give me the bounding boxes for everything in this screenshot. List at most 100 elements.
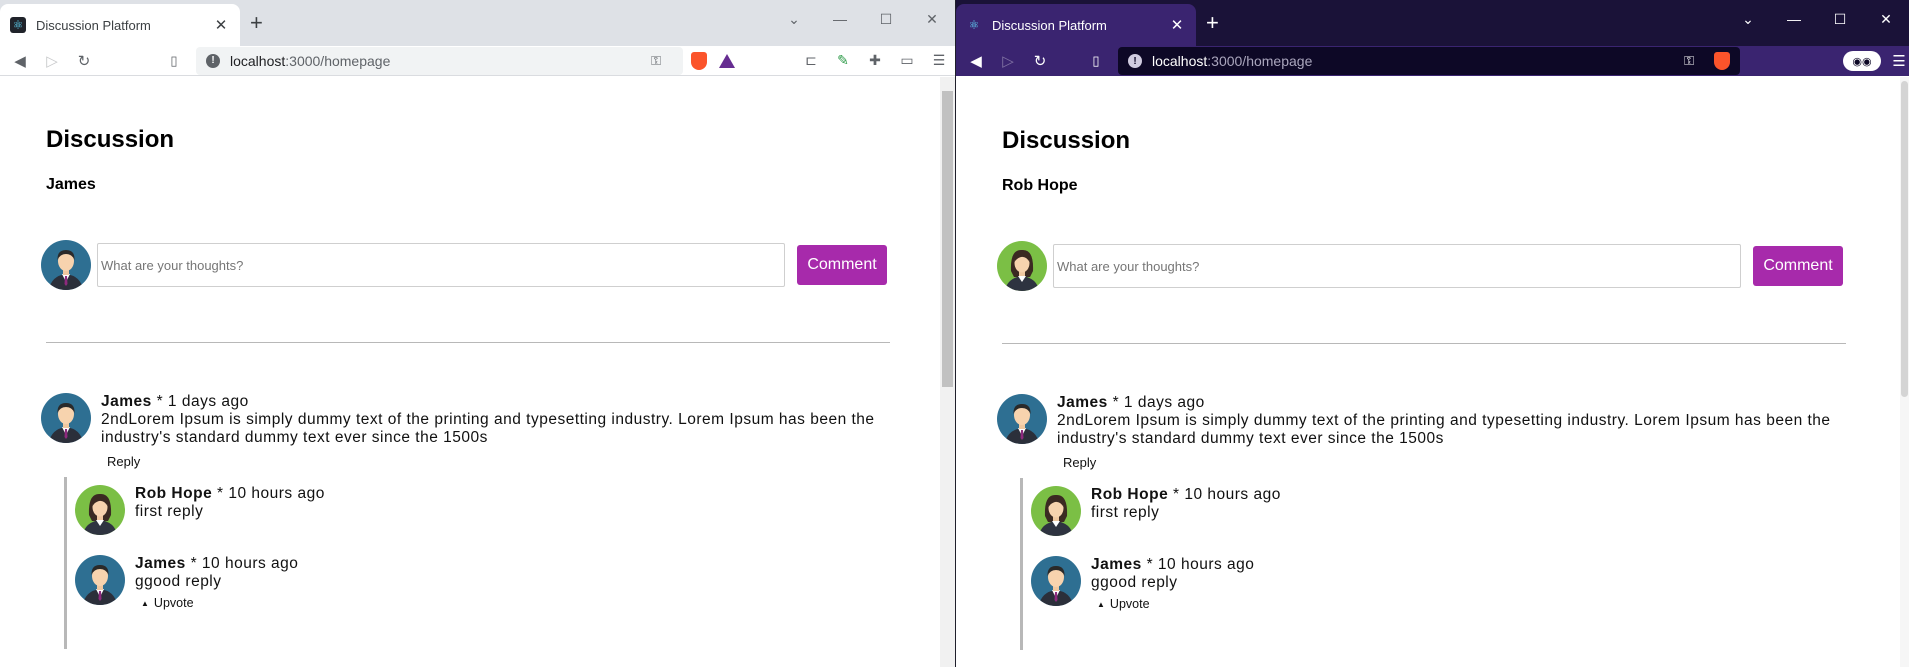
key-icon[interactable]: ⚿ [651,53,661,69]
reply-text: ggood reply [1091,574,1178,591]
tab-title: Discussion Platform [992,17,1107,33]
scrollbar[interactable] [1900,77,1909,667]
reply-time: * 10 hours ago [1168,486,1281,503]
comment: James * 1 days ago 2ndLorem Ipsum is sim… [997,394,1846,472]
upvote-label: Upvote [1109,597,1150,611]
react-icon: ⚛ [968,18,980,32]
reply-author: Rob Hope [1091,486,1169,503]
reply: James * 10 hours ago ggood reply ▲ Upvote [1031,556,1846,612]
reply: Rob Hope * 10 hours ago first reply [75,485,890,535]
close-tab-icon[interactable]: ✕ [212,16,230,34]
extension-feather-icon[interactable]: ✎ [827,47,859,75]
menu-icon[interactable]: ☰ [923,47,955,75]
minimize-icon[interactable]: — [1771,4,1817,34]
reply-time: * 10 hours ago [1141,556,1255,573]
close-window-icon[interactable]: ✕ [1863,4,1909,34]
forward-icon[interactable]: ▷ [36,47,68,75]
back-icon[interactable]: ◀ [4,47,36,75]
reply-author: James [135,555,186,572]
forward-icon[interactable]: ▷ [992,47,1024,75]
comment-text: 2ndLorem Ipsum is simply dummy text of t… [1057,412,1831,447]
caret-up-icon: ▲ [141,598,149,608]
browser-tab[interactable]: ⚛ Discussion Platform ✕ [0,4,240,46]
bookmark-icon[interactable]: ▯ [1080,47,1112,75]
reload-icon[interactable]: ↻ [68,47,100,75]
reload-icon[interactable]: ↻ [1024,47,1056,75]
page-title: Discussion [46,126,175,153]
brave-rewards-icon[interactable] [719,53,735,68]
replies: Rob Hope * 10 hours ago first reply Jame… [1020,478,1846,650]
comment-input[interactable] [1053,244,1741,288]
back-icon[interactable]: ◀ [960,47,992,75]
comment-button[interactable]: Comment [797,245,887,285]
brave-shields-icon[interactable] [691,51,707,70]
male-avatar [1031,556,1081,606]
female-avatar [75,485,125,535]
tab-title: Discussion Platform [36,17,151,33]
upvote-button[interactable]: ▲ Upvote [141,596,194,610]
page-content: Discussion Rob Hope Comment James * 1 da… [956,77,1909,667]
window-controls: ⌄ — ☐ ✕ [771,4,955,34]
comment-button[interactable]: Comment [1753,246,1843,286]
male-avatar [75,555,125,605]
url-host: localhost [1152,53,1208,69]
reply-text: ggood reply [135,573,222,590]
browser-toolbar: ◀ ▷ ↻ ▯ ! localhost:3000/homepage ⚿ ⊏ ✎ … [0,46,955,76]
key-icon[interactable]: ⚿ [1684,53,1694,69]
replies: Rob Hope * 10 hours ago first reply Jame… [64,477,890,649]
scrollbar[interactable] [940,77,955,667]
male-avatar [41,240,91,290]
minimize-icon[interactable]: — [817,4,863,34]
tab-strip: ⚛ Discussion Platform ✕ + ⌄ — ☐ ✕ [956,0,1909,46]
close-tab-icon[interactable]: ✕ [1168,16,1186,34]
current-user-name: Rob Hope [1002,177,1078,194]
reply-text: first reply [135,503,204,520]
bookmark-icon[interactable]: ▯ [158,47,190,75]
reply-button[interactable]: Reply [107,454,140,469]
comment-author: James [1057,394,1108,411]
menu-icon[interactable]: ☰ [1889,47,1909,75]
caret-up-icon: ▲ [1097,599,1105,609]
comment-composer: Comment [41,240,890,290]
maximize-icon[interactable]: ☐ [1817,4,1863,34]
scrollbar-thumb[interactable] [942,91,953,387]
reply-time: * 10 hours ago [212,485,325,502]
address-bar[interactable]: ! localhost:3000/homepage ⚿ [196,46,683,75]
reply: Rob Hope * 10 hours ago first reply [1031,486,1846,536]
comment-thread: James * 1 days ago 2ndLorem Ipsum is sim… [41,393,890,649]
comment-text: 2ndLorem Ipsum is simply dummy text of t… [101,411,875,446]
react-icon: ⚛ [10,17,26,33]
male-avatar [41,393,91,443]
info-icon[interactable]: ! [1128,54,1142,68]
brave-shields-icon[interactable] [1714,52,1730,70]
divider [46,342,890,343]
maximize-icon[interactable]: ☐ [863,4,909,34]
comment-input[interactable] [97,243,785,287]
chevron-down-icon[interactable]: ⌄ [1725,4,1771,34]
browser-window-left: ⚛ Discussion Platform ✕ + ⌄ — ☐ ✕ ◀ ▷ ↻ … [0,0,955,667]
comment-composer: Comment [997,241,1846,291]
chevron-down-icon[interactable]: ⌄ [771,4,817,34]
comment: James * 1 days ago 2ndLorem Ipsum is sim… [41,393,890,471]
wallet-icon[interactable]: ▭ [891,47,923,75]
url-host: localhost [230,52,286,69]
comment-time: * 1 days ago [151,393,249,410]
new-tab-button[interactable]: + [1206,12,1219,34]
puzzle-icon[interactable]: ✚ [859,47,891,75]
close-window-icon[interactable]: ✕ [909,4,955,34]
reply-button[interactable]: Reply [1063,455,1096,470]
page-title: Discussion [1002,127,1131,154]
new-tab-button[interactable]: + [250,12,263,34]
browser-toolbar: ◀ ▷ ↻ ▯ ! localhost:3000/homepage ⚿ ◉◉ ☰ [956,46,1909,76]
reply-author: James [1091,556,1142,573]
info-icon[interactable]: ! [206,53,220,68]
upvote-button[interactable]: ▲ Upvote [1097,597,1150,611]
extension-icon[interactable]: ⊏ [795,47,827,75]
scrollbar-thumb[interactable] [1901,81,1908,397]
comment-thread: James * 1 days ago 2ndLorem Ipsum is sim… [997,394,1846,650]
browser-tab[interactable]: ⚛ Discussion Platform ✕ [956,4,1196,46]
private-glasses-icon: ◉◉ [1843,51,1881,71]
address-bar[interactable]: ! localhost:3000/homepage ⚿ [1118,47,1740,75]
comment-time: * 1 days ago [1107,394,1205,411]
browser-window-right: ⚛ Discussion Platform ✕ + ⌄ — ☐ ✕ ◀ ▷ ↻ … [955,0,1909,667]
